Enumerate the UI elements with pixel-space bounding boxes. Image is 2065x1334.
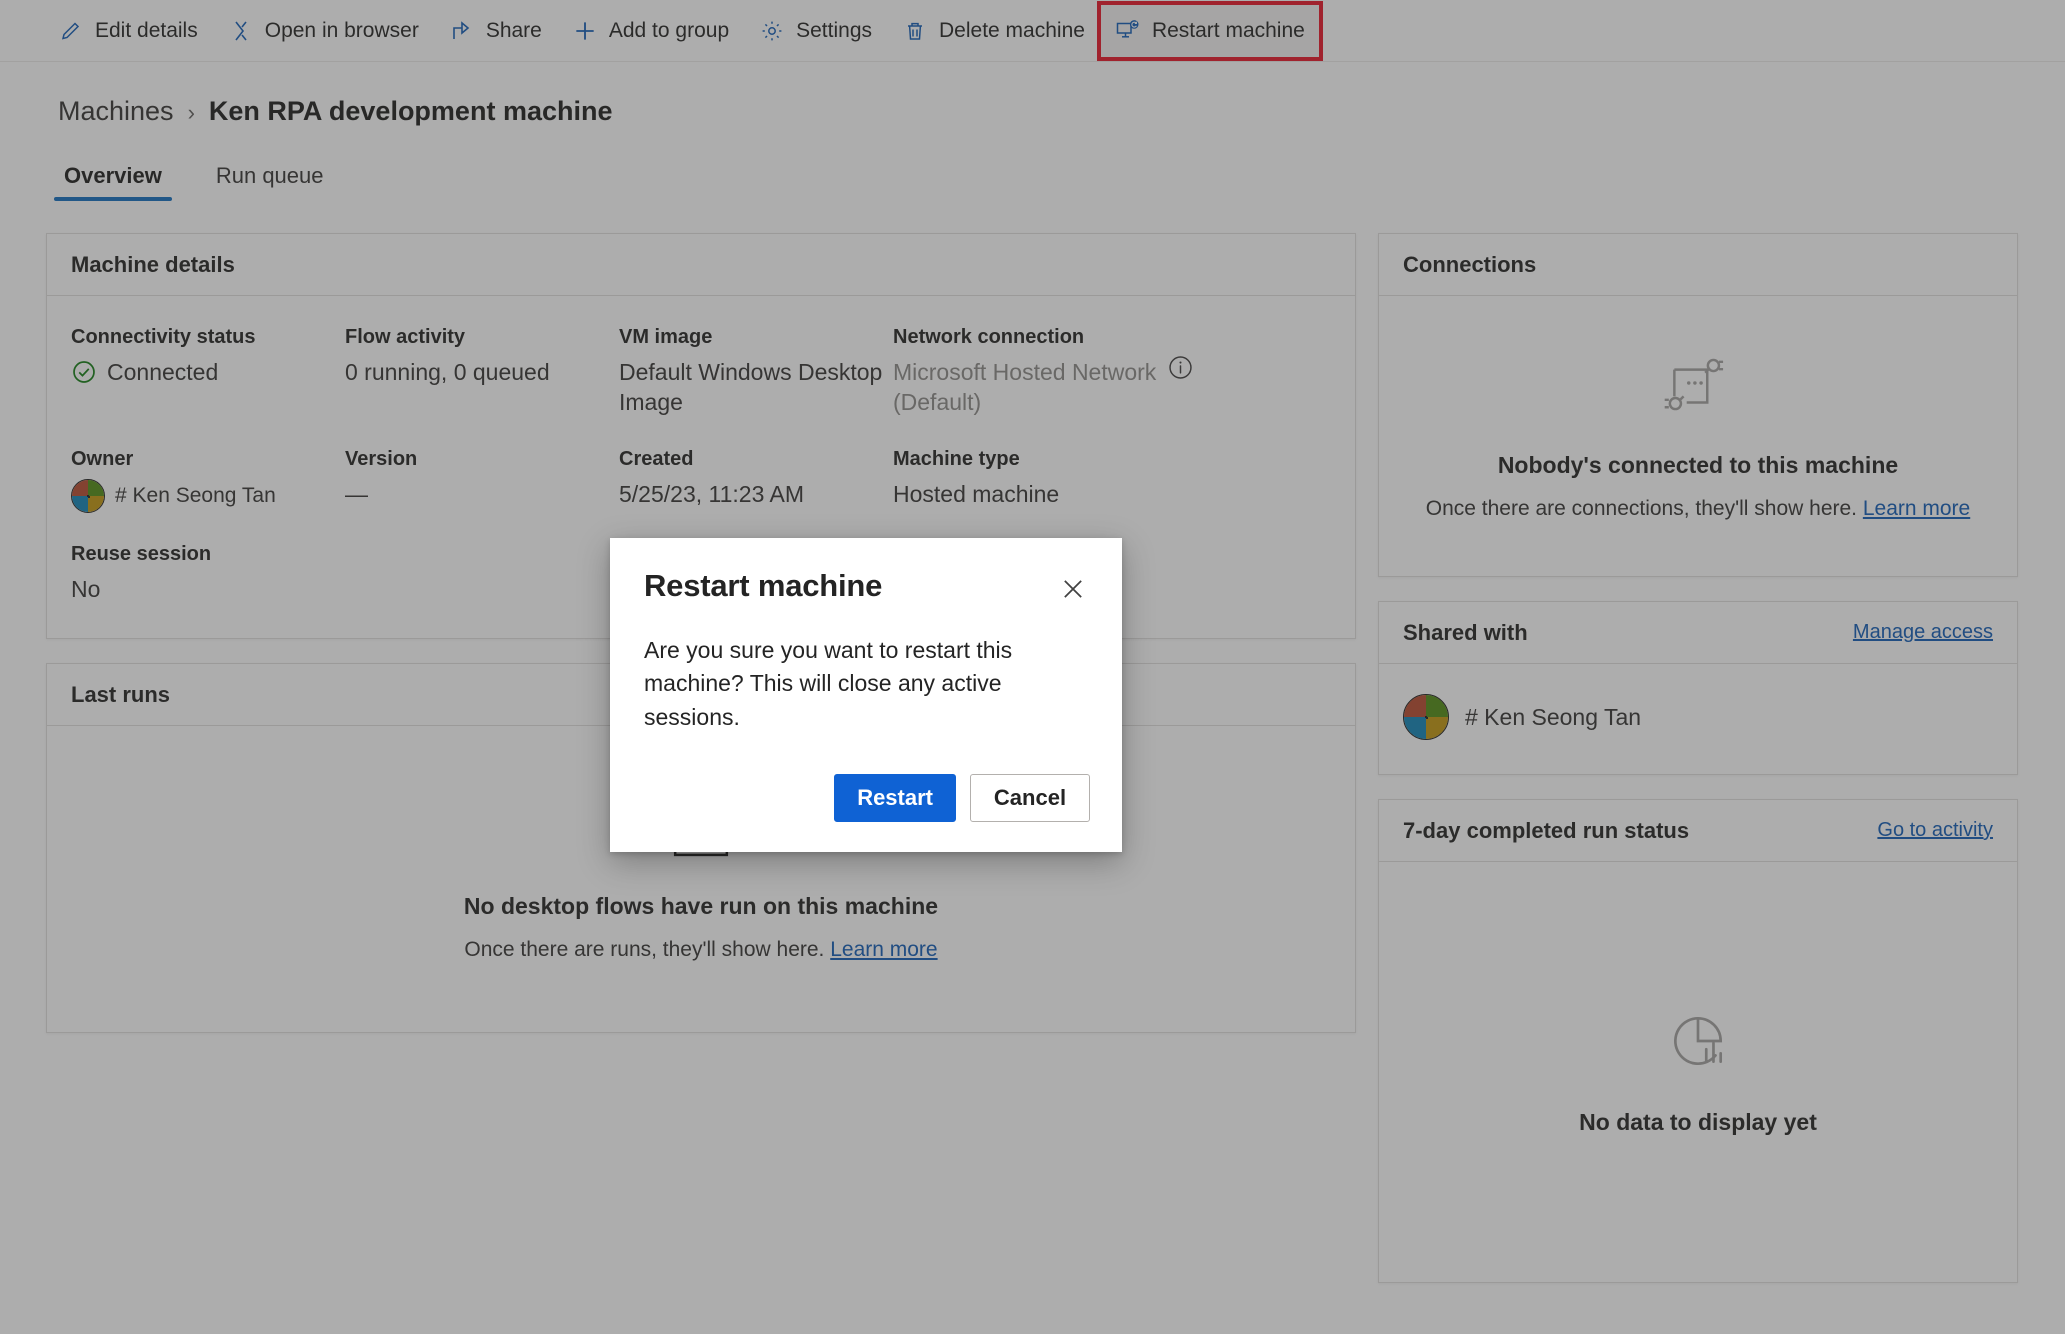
dialog-header: Restart machine [644, 568, 1090, 606]
dialog-title: Restart machine [644, 568, 883, 603]
cancel-button[interactable]: Cancel [970, 774, 1090, 823]
restart-machine-dialog: Restart machine Are you sure you want to… [610, 538, 1122, 853]
dialog-message: Are you sure you want to restart this ma… [644, 637, 1013, 730]
restart-confirm-button[interactable]: Restart [834, 774, 956, 823]
close-icon[interactable] [1056, 572, 1090, 606]
dialog-actions: Restart Cancel [644, 774, 1090, 823]
